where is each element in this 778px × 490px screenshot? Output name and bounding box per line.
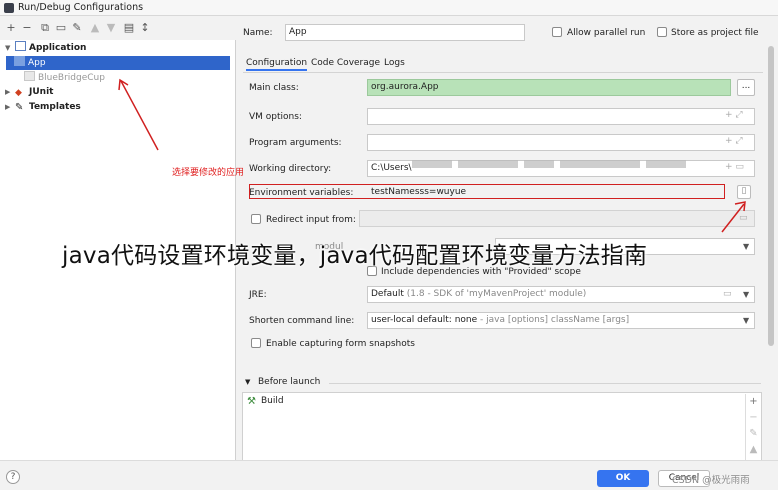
app-icon — [4, 3, 14, 13]
ok-button[interactable]: OK — [597, 470, 649, 487]
move-up-icon[interactable]: ▲ — [88, 21, 102, 35]
program-args-label: Program arguments: — [249, 138, 342, 148]
wrench-icon: ✎ — [15, 102, 24, 113]
shorten-value: user-local default: none — [371, 315, 478, 325]
name-input[interactable]: App — [285, 24, 525, 41]
before-launch-list: ⚒ Build — [242, 392, 762, 462]
tabs-divider — [243, 72, 763, 73]
store-project-checkbox[interactable] — [657, 27, 667, 37]
wrench-icon[interactable]: ✎ — [70, 21, 84, 35]
collapse-icon[interactable]: ▼ — [245, 378, 250, 386]
collapse-icon: ▼ — [5, 44, 11, 52]
app-config-icon — [14, 56, 25, 66]
redirect-input-field — [359, 210, 755, 227]
dropdown-arrow-icon[interactable]: ▼ — [743, 316, 749, 325]
browse-button[interactable]: ... — [737, 79, 755, 96]
expand-icon: ▶ — [5, 103, 11, 111]
edit-icon[interactable]: ✎ — [746, 426, 761, 442]
save-icon[interactable]: ▭ — [54, 21, 68, 35]
shorten-cmd-label: Shorten command line: — [249, 316, 355, 326]
sort-icon[interactable]: ↕ — [138, 21, 152, 35]
vm-options-input[interactable] — [367, 108, 755, 125]
window-title: Run/Debug Configurations — [18, 2, 144, 13]
parallel-run-checkbox[interactable] — [552, 27, 562, 37]
vm-options-label: VM options: — [249, 112, 302, 122]
parallel-run-label: Allow parallel run — [567, 28, 646, 38]
jre-value: Default — [371, 289, 404, 299]
redirect-input-checkbox[interactable] — [251, 214, 261, 224]
redirect-input-label: Redirect input from: — [266, 215, 356, 225]
application-icon — [15, 41, 26, 51]
folder-icon[interactable]: ▤ — [122, 21, 136, 35]
redaction-mark — [412, 160, 452, 168]
dropdown-arrow-icon[interactable]: ▼ — [743, 290, 749, 299]
folder-icon: ▭ — [739, 213, 748, 223]
before-launch-item-build[interactable]: ⚒ Build — [245, 394, 284, 408]
redaction-mark — [524, 160, 554, 168]
program-args-input[interactable] — [367, 134, 755, 151]
copy-icon[interactable]: ⧉ — [38, 21, 52, 35]
jre-select[interactable]: Default (1.8 - SDK of 'myMavenProject' m… — [367, 286, 755, 303]
jre-hint: (1.8 - SDK of 'myMavenProject' module) — [406, 289, 587, 299]
remove-icon[interactable]: − — [20, 21, 34, 35]
add-icon[interactable]: + — [746, 394, 761, 410]
redaction-mark — [560, 160, 640, 168]
tree-item-application[interactable]: ▼ Application — [0, 41, 236, 55]
watermark: CSDN @极光雨雨 — [672, 475, 750, 486]
tree-item-bluebridgecup[interactable]: BlueBridgeCup — [0, 71, 236, 85]
remove-icon[interactable]: − — [746, 410, 761, 426]
name-label: Name: — [243, 28, 273, 38]
snapshots-checkbox[interactable] — [251, 338, 261, 348]
help-icon[interactable]: ? — [6, 470, 20, 484]
annotation-highlight-box — [249, 184, 725, 199]
annotation-text: 选择要修改的应用 — [172, 168, 245, 178]
jre-label: JRE: — [249, 290, 267, 300]
tree-item-app[interactable]: App — [6, 56, 230, 70]
main-class-label: Main class: — [249, 83, 299, 93]
snapshots-label: Enable capturing form snapshots — [266, 339, 415, 349]
store-project-label: Store as project file — [671, 28, 759, 38]
junit-icon: ◆ — [15, 88, 22, 98]
tab-logs[interactable]: Logs — [384, 55, 405, 71]
tab-configuration[interactable]: Configuration — [246, 55, 308, 71]
working-dir-label: Working directory: — [249, 164, 332, 174]
before-launch-divider — [329, 383, 761, 384]
tree-item-templates[interactable]: ▶ ✎ Templates — [0, 100, 236, 114]
expand-field-icon[interactable]: + ⤢ — [725, 136, 743, 146]
expand-field-icon[interactable]: + ⤢ — [725, 110, 743, 120]
before-launch-label: Before launch — [258, 377, 321, 387]
add-icon[interactable]: + — [4, 21, 18, 35]
before-launch-toolbar: + − ✎ ▲ — [745, 394, 761, 460]
main-class-input[interactable]: org.aurora.App — [367, 79, 731, 96]
folder-icon[interactable]: ▭ — [723, 289, 732, 299]
folder-icon[interactable]: + ▭ — [725, 162, 744, 172]
expand-icon: ▶ — [5, 88, 11, 96]
move-up-icon[interactable]: ▲ — [746, 442, 761, 458]
shorten-cmd-select[interactable]: user-local default: none - java [options… — [367, 312, 755, 329]
edit-env-vars-icon[interactable]: ▯ — [737, 185, 751, 199]
title-bar: Run/Debug Configurations — [0, 0, 778, 16]
redaction-mark — [458, 160, 518, 168]
vertical-scrollbar[interactable] — [767, 38, 776, 408]
redaction-mark — [646, 160, 686, 168]
dropdown-arrow-icon[interactable]: ▼ — [743, 242, 749, 251]
app-config-icon — [24, 71, 35, 81]
move-down-icon[interactable]: ▼ — [104, 21, 118, 35]
hammer-icon: ⚒ — [247, 396, 256, 407]
config-toolbar: + − ⧉ ▭ ✎ ▲ ▼ ▤ ↕ — [0, 18, 236, 38]
shorten-hint: - java [options] className [args] — [480, 315, 630, 325]
scrollbar-thumb[interactable] — [768, 46, 774, 346]
tab-code-coverage[interactable]: Code Coverage — [311, 55, 380, 71]
overlay-title: java代码设置环境变量，java代码配置环境变量方法指南 — [62, 243, 648, 269]
tree-item-junit[interactable]: ▶ ◆ JUnit — [0, 85, 236, 99]
